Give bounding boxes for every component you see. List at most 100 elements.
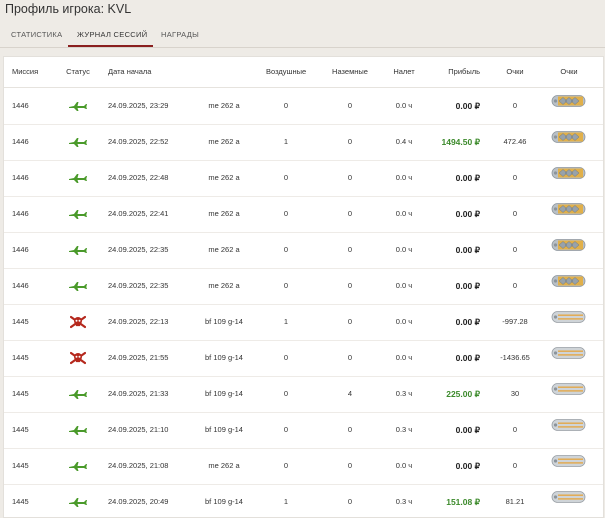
profit-value: 0.00 ₽ (455, 281, 480, 291)
session-date: 24.09.2025, 23:29 (108, 101, 169, 110)
aircraft-name: me 262 a (208, 281, 240, 290)
rank-insignia-icon (549, 88, 589, 124)
table-row[interactable]: 1446 24.09.2025, 22:48 me 262 a 0 0 0.0 ч 0.00… (4, 160, 603, 197)
flight-time: 0.0 ч (395, 281, 413, 290)
session-date: 24.09.2025, 22:13 (108, 317, 169, 326)
air-kills: 1 (283, 137, 289, 146)
header-rank[interactable]: Очки (549, 57, 589, 87)
air-kills: 1 (283, 317, 289, 326)
flight-time: 0.3 ч (395, 389, 413, 398)
aircraft-name: bf 109 g-14 (205, 497, 243, 506)
rank-insignia-icon (549, 376, 589, 412)
points-value: 81.21 (505, 497, 525, 506)
points-value: 0 (512, 173, 518, 182)
air-kills: 0 (283, 209, 289, 218)
table-row[interactable]: 1445 24.09.2025, 21:10 bf 109 g-14 0 0 0.3 ч 0… (4, 412, 603, 449)
ground-kills: 0 (347, 245, 353, 254)
table-row[interactable]: 1445 24.09.2025, 20:49 bf 109 g-14 1 0 0.3 ч 1… (4, 484, 603, 517)
plane-icon (64, 376, 92, 412)
table-row[interactable]: 1446 24.09.2025, 22:35 me 262 a 0 0 0.0 ч 0.00… (4, 268, 603, 305)
flight-time: 0.4 ч (395, 137, 413, 146)
table-row[interactable]: 1445 24.09.2025, 22:13 bf 109 g-14 1 0 0.0 ч 0… (4, 304, 603, 341)
air-kills: 0 (283, 281, 289, 290)
air-kills: 0 (283, 173, 289, 182)
table-row[interactable]: 1445 24.09.2025, 21:08 me 262 a 0 0 0.0 ч 0.00… (4, 448, 603, 485)
aircraft-name: bf 109 g-14 (205, 353, 243, 362)
session-date: 24.09.2025, 20:49 (108, 497, 169, 506)
profit-value: 1494.50 ₽ (441, 137, 481, 147)
air-kills: 1 (283, 497, 289, 506)
ground-kills: 0 (347, 209, 353, 218)
tab-session-log[interactable]: ЖУРНАЛ СЕССИЙ (77, 30, 147, 39)
tab-awards[interactable]: НАГРАДЫ (161, 30, 199, 39)
mission-id: 1445 (12, 461, 29, 470)
profit-value: 0.00 ₽ (455, 461, 480, 471)
rank-insignia-icon (549, 196, 589, 232)
mission-id: 1446 (12, 173, 29, 182)
air-kills: 0 (283, 389, 289, 398)
aircraft-name: me 262 a (208, 173, 240, 182)
flight-time: 0.0 ч (395, 353, 413, 362)
session-date: 24.09.2025, 22:48 (108, 173, 169, 182)
flight-time: 0.3 ч (395, 497, 413, 506)
profit-value: 0.00 ₽ (455, 101, 480, 111)
active-tab-indicator (68, 45, 153, 47)
plane-icon (64, 160, 92, 196)
plane-icon (64, 232, 92, 268)
rank-insignia-icon (549, 124, 589, 160)
mission-id: 1446 (12, 281, 29, 290)
profit-value: 0.00 ₽ (455, 317, 480, 327)
header-date[interactable]: Дата начала (108, 57, 151, 87)
air-kills: 0 (283, 425, 289, 434)
table-row[interactable]: 1446 24.09.2025, 22:52 me 262 a 1 0 0.4 ч 1494… (4, 124, 603, 161)
table-row[interactable]: 1445 24.09.2025, 21:33 bf 109 g-14 0 4 0.3 ч 2… (4, 376, 603, 413)
ground-kills: 0 (347, 281, 353, 290)
table-row[interactable]: 1445 24.09.2025, 21:55 bf 109 g-14 0 0 0.0 ч 0… (4, 340, 603, 377)
header-points[interactable]: Очки (490, 57, 540, 87)
session-date: 24.09.2025, 21:10 (108, 425, 169, 434)
page-title: Профиль игрока: KVL (5, 2, 132, 16)
aircraft-name: bf 109 g-14 (205, 389, 243, 398)
ground-kills: 0 (347, 173, 353, 182)
points-value: 30 (510, 389, 520, 398)
flight-time: 0.0 ч (395, 101, 413, 110)
profit-value: 0.00 ₽ (455, 245, 480, 255)
ground-kills: 0 (347, 137, 353, 146)
profit-value: 0.00 ₽ (455, 209, 480, 219)
session-date: 24.09.2025, 22:35 (108, 281, 169, 290)
header-profit[interactable]: Прибыль (422, 57, 480, 87)
header-flight-time[interactable]: Налет (386, 57, 422, 87)
rank-insignia-icon (549, 268, 589, 304)
ground-kills: 0 (347, 425, 353, 434)
session-table: Миссия Статус Дата начала Воздушные Назе… (3, 56, 604, 518)
ground-kills: 0 (347, 317, 353, 326)
profit-value: 0.00 ₽ (455, 353, 480, 363)
ground-kills: 0 (347, 101, 353, 110)
points-value: 0 (512, 461, 518, 470)
table-row[interactable]: 1446 24.09.2025, 22:35 me 262 a 0 0 0.0 ч 0.00… (4, 232, 603, 269)
plane-icon (64, 196, 92, 232)
flight-time: 0.0 ч (395, 209, 413, 218)
points-value: 0 (512, 101, 518, 110)
mission-id: 1445 (12, 497, 29, 506)
mission-id: 1445 (12, 353, 29, 362)
rank-insignia-icon (549, 232, 589, 268)
header-air-kills[interactable]: Воздушные (266, 57, 306, 87)
rank-insignia-icon (549, 484, 589, 517)
table-row[interactable]: 1446 24.09.2025, 22:41 me 262 a 0 0 0.0 ч 0.00… (4, 196, 603, 233)
skull-icon (64, 304, 92, 340)
rank-insignia-icon (549, 412, 589, 448)
air-kills: 0 (283, 461, 289, 470)
header-status[interactable]: Статус (64, 57, 92, 87)
table-row[interactable]: 1446 24.09.2025, 23:29 me 262 a 0 0 0.0 ч 0.00… (4, 88, 603, 125)
session-date: 24.09.2025, 21:55 (108, 353, 169, 362)
plane-icon (64, 124, 92, 160)
profit-value: 151.08 ₽ (446, 497, 480, 507)
header-mission[interactable]: Миссия (12, 57, 38, 87)
mission-id: 1445 (12, 389, 29, 398)
tab-statistics[interactable]: СТАТИСТИКА (11, 30, 62, 39)
aircraft-name: me 262 a (208, 101, 240, 110)
header-ground-kills[interactable]: Наземные (330, 57, 370, 87)
aircraft-name: bf 109 g-14 (205, 317, 243, 326)
flight-time: 0.3 ч (395, 425, 413, 434)
